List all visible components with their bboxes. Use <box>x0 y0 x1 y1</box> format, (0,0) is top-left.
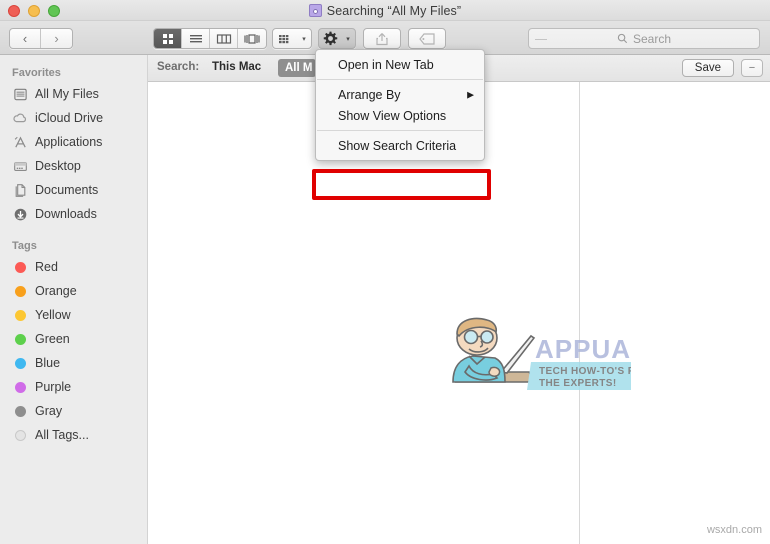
menu-item-show-view-options[interactable]: Show View Options <box>316 105 484 126</box>
submenu-arrow-icon: ▶ <box>467 89 474 99</box>
sidebar-item-label: Orange <box>35 284 77 298</box>
back-button[interactable]: ‹ <box>10 29 41 48</box>
sidebar-item-label: All Tags... <box>35 428 89 442</box>
menu-item-label: Show View Options <box>338 108 447 123</box>
search-input[interactable]: Search <box>528 28 760 49</box>
sidebar-item-applications[interactable]: Applications <box>0 130 147 154</box>
gear-icon <box>319 29 341 48</box>
menu-item-label: Arrange By <box>338 87 401 102</box>
desktop-icon <box>12 158 28 174</box>
downloads-icon <box>12 206 28 222</box>
sidebar: Favorites All My Files iCloud Drive Appl… <box>0 55 148 544</box>
arrange-grid-icon <box>273 29 297 48</box>
search-placeholder: Search <box>632 31 672 46</box>
all-tags-icon <box>12 427 28 443</box>
sidebar-item-label: iCloud Drive <box>35 111 104 125</box>
share-icon <box>376 32 388 45</box>
all-my-files-icon <box>12 86 28 102</box>
sidebar-item-icloud-drive[interactable]: iCloud Drive <box>0 106 147 130</box>
sidebar-item-label: Blue <box>35 356 61 370</box>
sidebar-item-tag-yellow[interactable]: Yellow <box>0 303 147 327</box>
sidebar-item-tag-red[interactable]: Red <box>0 255 147 279</box>
tag-dot-icon <box>12 355 28 371</box>
svg-text:THE EXPERTS!: THE EXPERTS! <box>539 378 617 389</box>
tag-icon <box>419 32 435 45</box>
applications-icon <box>12 134 28 150</box>
purple-folder-search-icon <box>308 4 322 17</box>
tag-dot-icon <box>12 403 28 419</box>
share-button[interactable] <box>363 28 401 49</box>
tag-dot-icon <box>12 283 28 299</box>
navigation-buttons: ‹ › <box>9 28 73 49</box>
save-button[interactable]: Save <box>681 59 734 77</box>
sidebar-item-label: All My Files <box>35 87 99 101</box>
search-scope-this-mac[interactable]: This Mac <box>212 61 261 73</box>
chevron-down-icon: ▾ <box>302 35 306 43</box>
sidebar-item-label: Purple <box>35 380 72 394</box>
sidebar-item-tag-purple[interactable]: Purple <box>0 375 147 399</box>
menu-item-label: Open in New Tab <box>338 57 434 72</box>
sidebar-item-label: Red <box>35 260 58 274</box>
sidebar-item-desktop[interactable]: Desktop <box>0 154 147 178</box>
menu-separator <box>317 130 483 131</box>
sidebar-item-label: Green <box>35 332 70 346</box>
menu-item-arrange-by[interactable]: Arrange By ▶ <box>316 84 484 105</box>
tag-button[interactable] <box>408 28 446 49</box>
window-title: Searching “All My Files” <box>326 3 462 18</box>
gear-action-button[interactable]: ▾ <box>318 28 356 49</box>
search-field-dash <box>535 39 547 40</box>
window-title-group: Searching “All My Files” <box>0 0 770 21</box>
search-label: Search: <box>157 61 200 73</box>
coverflow-view-button[interactable] <box>238 29 266 48</box>
documents-icon <box>12 182 28 198</box>
menu-item-label: Show Search Criteria <box>338 138 457 153</box>
menu-item-open-in-new-tab[interactable]: Open in New Tab <box>316 54 484 75</box>
finder-window: Searching “All My Files” ‹ › ▾ ▾ Search … <box>0 0 770 544</box>
sidebar-item-label: Documents <box>35 183 99 197</box>
remove-criteria-button[interactable]: − <box>741 59 763 77</box>
sidebar-item-label: Yellow <box>35 308 71 322</box>
sidebar-item-label: Applications <box>35 135 103 149</box>
icon-view-button[interactable] <box>154 29 182 48</box>
sidebar-item-label: Desktop <box>35 159 81 173</box>
gear-context-menu: Open in New Tab Arrange By ▶ Show View O… <box>312 49 491 200</box>
sidebar-item-all-my-files[interactable]: All My Files <box>0 82 147 106</box>
icloud-drive-icon <box>12 110 28 126</box>
appuals-watermark-logo: APPUALS TECH HOW-TO'S FROM THE EXPERTS! <box>439 310 631 398</box>
sidebar-item-tag-green[interactable]: Green <box>0 327 147 351</box>
arrange-by-button[interactable]: ▾ <box>272 28 312 49</box>
svg-text:TECH HOW-TO'S FROM: TECH HOW-TO'S FROM <box>539 366 631 377</box>
sidebar-section-tags-header: Tags <box>12 240 37 252</box>
site-watermark: wsxdn.com <box>706 524 762 536</box>
title-bar: Searching “All My Files” <box>0 0 770 21</box>
sidebar-item-label: Downloads <box>35 207 97 221</box>
sidebar-item-tag-blue[interactable]: Blue <box>0 351 147 375</box>
tag-dot-icon <box>12 307 28 323</box>
search-scope-all-my-files[interactable]: All M <box>278 59 316 77</box>
menu-item-show-search-criteria[interactable]: Show Search Criteria <box>316 135 484 156</box>
sidebar-item-tag-orange[interactable]: Orange <box>0 279 147 303</box>
list-view-button[interactable] <box>182 29 210 48</box>
sidebar-item-downloads[interactable]: Downloads <box>0 202 147 226</box>
tag-dot-icon <box>12 259 28 275</box>
forward-button[interactable]: › <box>41 29 72 48</box>
menu-separator <box>317 79 483 80</box>
column-view-button[interactable] <box>210 29 238 48</box>
sidebar-section-favorites-header: Favorites <box>12 67 61 79</box>
chevron-down-icon: ▾ <box>346 35 350 43</box>
sidebar-item-label: Gray <box>35 404 63 418</box>
sidebar-item-documents[interactable]: Documents <box>0 178 147 202</box>
svg-text:APPUALS: APPUALS <box>535 334 631 364</box>
tag-dot-icon <box>12 331 28 347</box>
sidebar-item-tag-gray[interactable]: Gray <box>0 399 147 423</box>
view-mode-buttons <box>153 28 267 49</box>
tag-dot-icon <box>12 379 28 395</box>
magnifier-icon <box>617 33 628 44</box>
sidebar-item-all-tags[interactable]: All Tags... <box>0 423 147 447</box>
